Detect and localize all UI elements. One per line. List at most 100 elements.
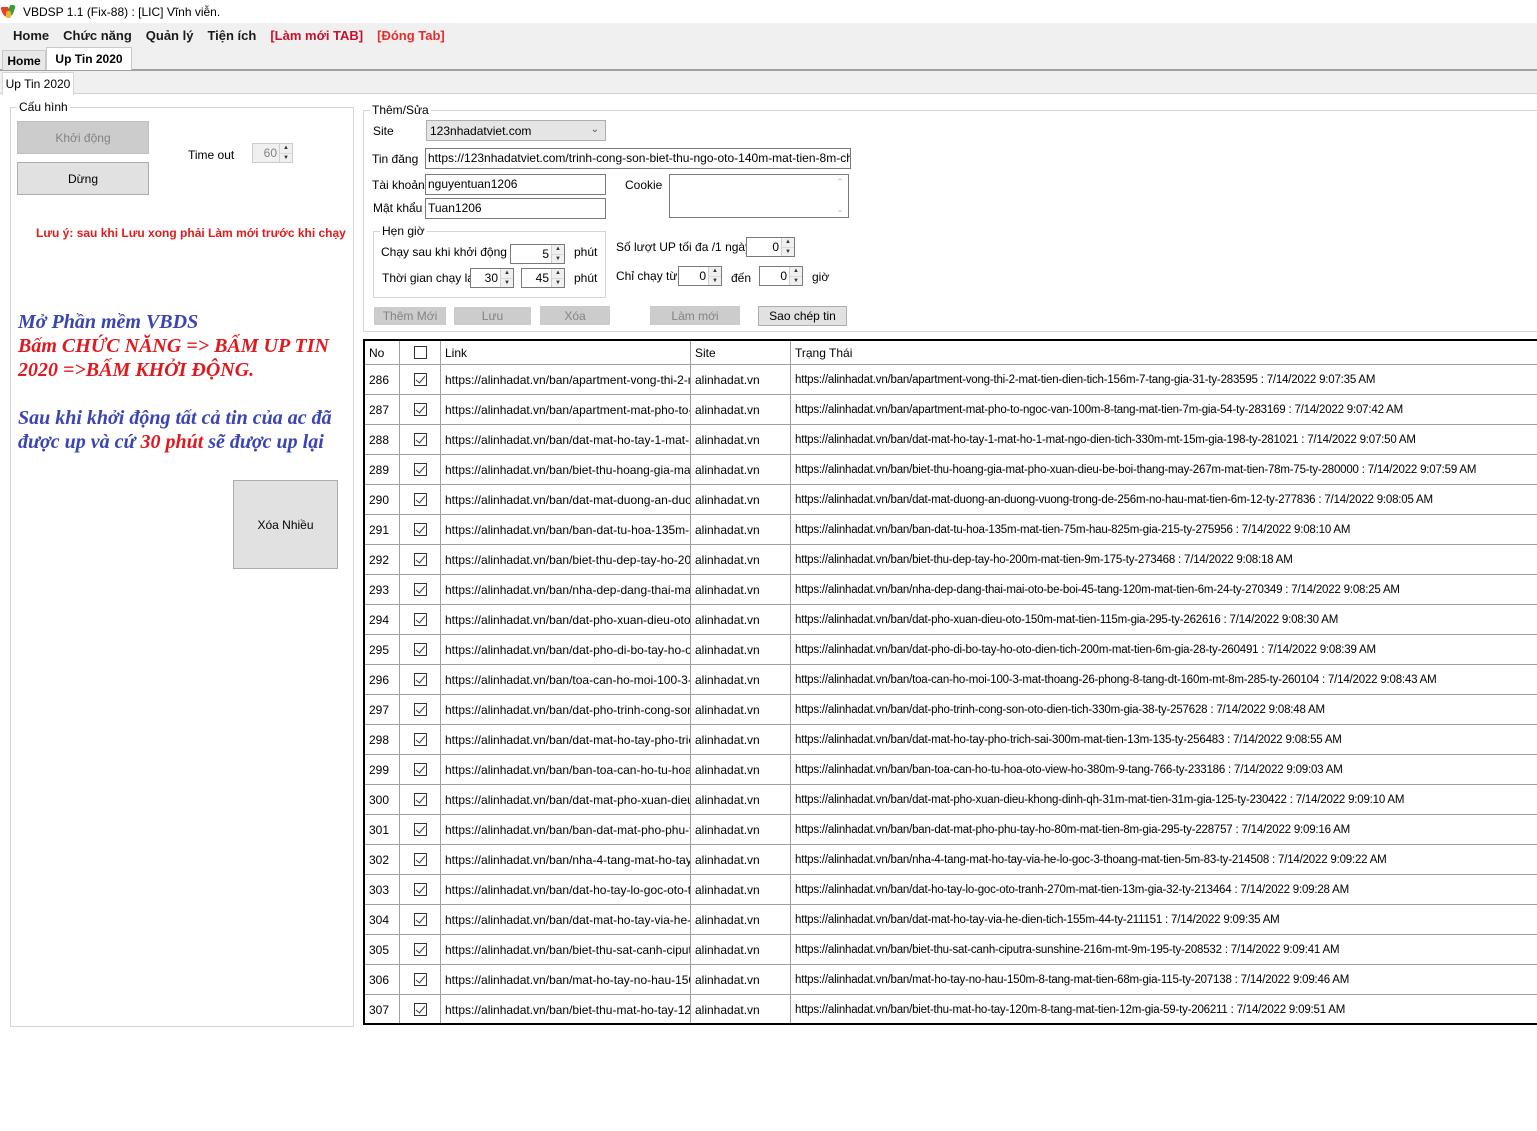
inner-tab-up-tin-2020[interactable]: Up Tin 2020 [2,72,74,95]
table-row[interactable]: 301 https://alinhadat.vn/ban/ban-dat-mat-… [365,815,1537,845]
row-select-cell[interactable] [400,575,441,604]
save-button[interactable]: Lưu [454,307,531,325]
table-row[interactable]: 289 https://alinhadat.vn/ban/biet-thu-hoa… [365,455,1537,485]
spin-down-icon[interactable]: ▼ [501,278,513,287]
table-row[interactable]: 291 https://alinhadat.vn/ban/ban-dat-tu-h… [365,515,1537,545]
column-header-select[interactable] [400,341,441,364]
rerun-min-spinner[interactable]: 30 ▲ ▼ [470,268,514,288]
run-after-spinner[interactable]: 5 ▲ ▼ [510,244,565,264]
row-link[interactable]: https://alinhadat.vn/ban/nha-4-tang-mat-… [441,845,691,874]
table-row[interactable]: 298 https://alinhadat.vn/ban/dat-mat-ho-t… [365,725,1537,755]
row-link[interactable]: https://alinhadat.vn/ban/dat-mat-ho-tay-… [441,425,691,454]
rerun-max-spinner[interactable]: 45 ▲ ▼ [521,268,565,288]
row-link[interactable]: https://alinhadat.vn/ban/mat-ho-tay-no-h… [441,965,691,994]
row-link[interactable]: https://alinhadat.vn/ban/dat-pho-trinh-c… [441,695,691,724]
row-checkbox[interactable] [413,883,427,896]
row-link[interactable]: https://alinhadat.vn/ban/biet-thu-hoang-… [441,455,691,484]
table-row[interactable]: 306 https://alinhadat.vn/ban/mat-ho-tay-n… [365,965,1537,995]
menu-refresh-tab[interactable]: [Làm mới TAB] [263,28,370,43]
row-select-cell[interactable] [400,995,441,1023]
row-checkbox[interactable] [413,583,427,596]
row-link[interactable]: https://alinhadat.vn/ban/dat-pho-xuan-di… [441,605,691,634]
menu-home[interactable]: Home [6,28,56,43]
scroll-down-icon[interactable]: ⌄ [836,204,844,215]
menu-chuc-nang[interactable]: Chức năng [56,28,139,43]
menu-tien-ich[interactable]: Tiện ích [200,28,263,43]
run-to-spinner[interactable]: 0 ▲ ▼ [759,266,803,286]
row-link[interactable]: https://alinhadat.vn/ban/dat-pho-di-bo-t… [441,635,691,664]
password-input[interactable]: Tuan1206 [425,198,606,219]
row-checkbox[interactable] [413,1003,427,1016]
table-row[interactable]: 292 https://alinhadat.vn/ban/biet-thu-dep… [365,545,1537,575]
table-row[interactable]: 303 https://alinhadat.vn/ban/dat-ho-tay-l… [365,875,1537,905]
scroll-up-icon[interactable]: ⌃ [836,177,844,188]
post-url-input[interactable]: https://123nhadatviet.com/trinh-cong-son… [425,148,851,169]
row-select-cell[interactable] [400,425,441,454]
start-button[interactable]: Khởi động [17,121,149,154]
row-checkbox[interactable] [413,853,427,866]
table-row[interactable]: 296 https://alinhadat.vn/ban/toa-can-ho-m… [365,665,1537,695]
row-checkbox[interactable] [413,793,427,806]
table-row[interactable]: 287 https://alinhadat.vn/ban/apartment-ma… [365,395,1537,425]
row-link[interactable]: https://alinhadat.vn/ban/ban-toa-can-ho-… [441,755,691,784]
row-checkbox[interactable] [413,493,427,506]
row-select-cell[interactable] [400,785,441,814]
row-link[interactable]: https://alinhadat.vn/ban/biet-thu-sat-ca… [441,935,691,964]
tab-home[interactable]: Home [2,50,46,70]
row-select-cell[interactable] [400,605,441,634]
row-link[interactable]: https://alinhadat.vn/ban/apartment-vong-… [441,365,691,394]
row-link[interactable]: https://alinhadat.vn/ban/ban-dat-tu-hoa-… [441,515,691,544]
table-row[interactable]: 288 https://alinhadat.vn/ban/dat-mat-ho-t… [365,425,1537,455]
row-checkbox[interactable] [413,373,427,386]
cookie-input[interactable]: ⌃ ⌄ [669,174,849,218]
row-select-cell[interactable] [400,905,441,934]
row-link[interactable]: https://alinhadat.vn/ban/biet-thu-mat-ho… [441,995,691,1023]
row-select-cell[interactable] [400,545,441,574]
row-select-cell[interactable] [400,815,441,844]
row-link[interactable]: https://alinhadat.vn/ban/biet-thu-dep-ta… [441,545,691,574]
row-checkbox[interactable] [413,433,427,446]
row-select-cell[interactable] [400,365,441,394]
column-header-site[interactable]: Site [691,341,791,364]
table-row[interactable]: 304 https://alinhadat.vn/ban/dat-mat-ho-t… [365,905,1537,935]
row-checkbox[interactable] [413,463,427,476]
row-select-cell[interactable] [400,455,441,484]
column-header-status[interactable]: Trạng Thái [791,341,1537,364]
delete-button[interactable]: Xóa [540,306,610,325]
spin-down-icon[interactable]: ▼ [709,276,721,285]
site-select[interactable]: 123nhadatviet.com ⌄ [426,120,606,141]
row-select-cell[interactable] [400,845,441,874]
column-header-no[interactable]: No [365,341,400,364]
table-row[interactable]: 297 https://alinhadat.vn/ban/dat-pho-trin… [365,695,1537,725]
menu-close-tab[interactable]: [Đóng Tab] [370,28,452,43]
row-link[interactable]: https://alinhadat.vn/ban/dat-mat-ho-tay-… [441,905,691,934]
row-checkbox[interactable] [413,403,427,416]
row-checkbox[interactable] [413,523,427,536]
row-select-cell[interactable] [400,935,441,964]
row-checkbox[interactable] [413,943,427,956]
table-row[interactable]: 307 https://alinhadat.vn/ban/biet-thu-mat… [365,995,1537,1023]
row-checkbox[interactable] [413,613,427,626]
spin-down-icon[interactable]: ▼ [552,254,564,263]
select-all-checkbox[interactable] [413,346,427,359]
row-link[interactable]: https://alinhadat.vn/ban/apartment-mat-p… [441,395,691,424]
spin-down-icon[interactable]: ▼ [782,247,794,256]
row-select-cell[interactable] [400,755,441,784]
row-select-cell[interactable] [400,725,441,754]
account-input[interactable]: nguyentuan1206 [425,174,606,195]
table-row[interactable]: 302 https://alinhadat.vn/ban/nha-4-tang-m… [365,845,1537,875]
table-row[interactable]: 290 https://alinhadat.vn/ban/dat-mat-duon… [365,485,1537,515]
column-header-link[interactable]: Link [441,341,691,364]
row-checkbox[interactable] [413,973,427,986]
row-link[interactable]: https://alinhadat.vn/ban/toa-can-ho-moi-… [441,665,691,694]
row-select-cell[interactable] [400,875,441,904]
run-from-spinner[interactable]: 0 ▲ ▼ [678,266,722,286]
spin-up-icon[interactable]: ▲ [552,245,564,255]
table-row[interactable]: 293 https://alinhadat.vn/ban/nha-dep-dang… [365,575,1537,605]
max-up-spinner[interactable]: 0 ▲ ▼ [746,237,795,257]
add-new-button[interactable]: Thêm Mới [374,307,446,325]
row-checkbox[interactable] [413,553,427,566]
row-select-cell[interactable] [400,635,441,664]
table-row[interactable]: 286 https://alinhadat.vn/ban/apartment-vo… [365,365,1537,395]
row-select-cell[interactable] [400,515,441,544]
